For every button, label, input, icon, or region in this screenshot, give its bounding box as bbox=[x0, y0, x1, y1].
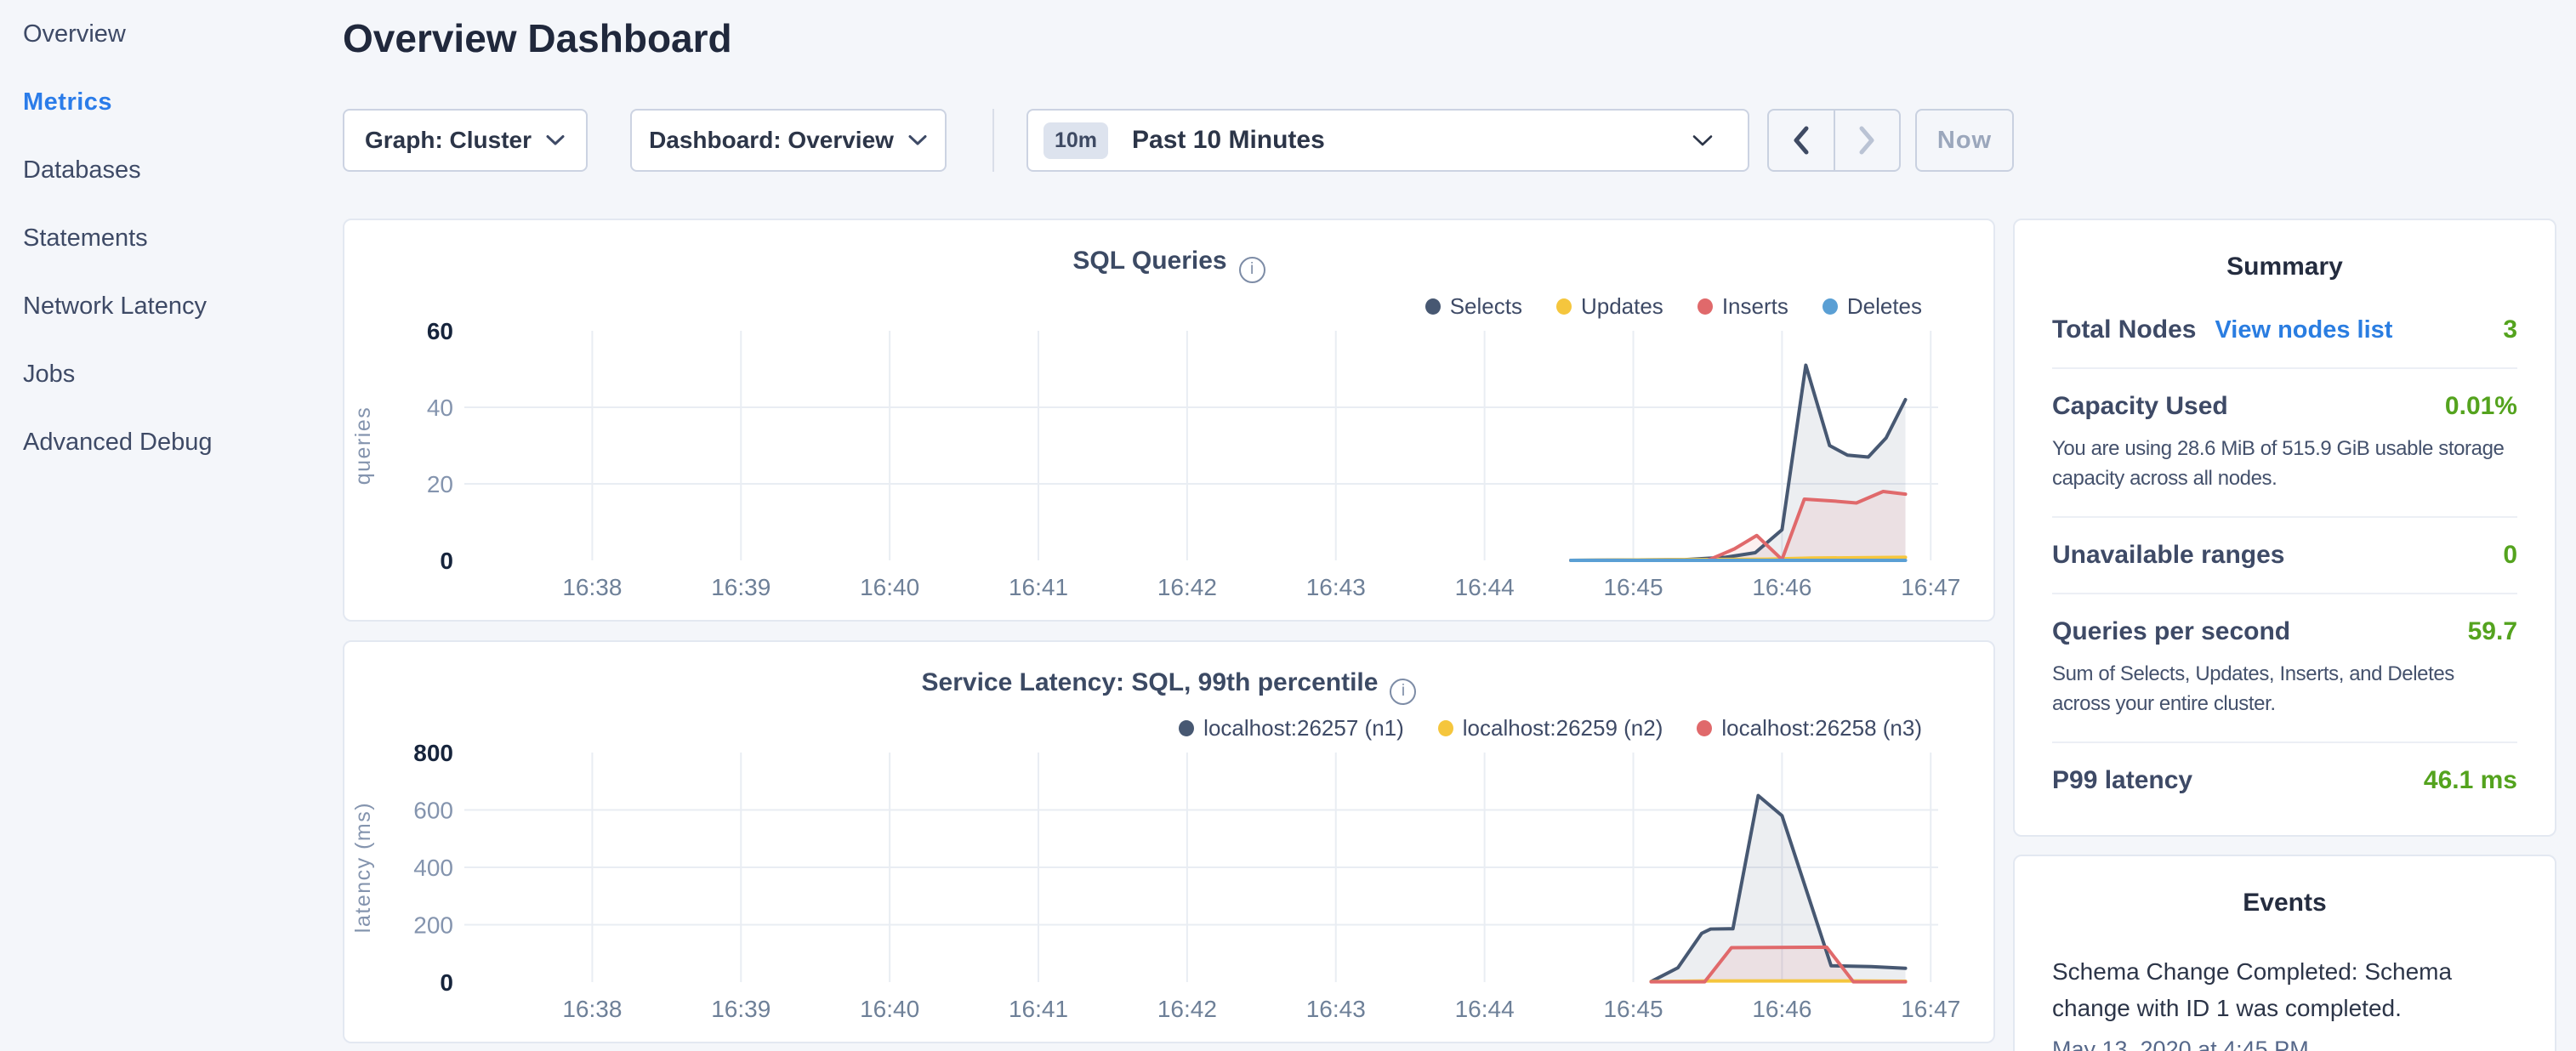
y-tick-label: 40 bbox=[427, 395, 453, 421]
sql-queries-chart-card: SQL Queriesi SelectsUpdatesInsertsDelete… bbox=[343, 219, 1995, 622]
chevron-right-icon bbox=[1856, 125, 1878, 156]
x-tick-label: 16:42 bbox=[1157, 574, 1217, 600]
event-list-item[interactable]: Schema Change Completed: Schema change w… bbox=[2052, 953, 2517, 1051]
service-latency-chart-card: Service Latency: SQL, 99th percentilei l… bbox=[343, 640, 1995, 1043]
x-tick-label: 16:40 bbox=[860, 996, 919, 1022]
next-time-button[interactable] bbox=[1835, 111, 1900, 170]
p99-value: 46.1 ms bbox=[2424, 766, 2517, 795]
right-column: Summary Total Nodes View nodes list 3 Ca… bbox=[2013, 219, 2556, 1051]
y-axis-label: latency (ms) bbox=[351, 802, 375, 933]
summary-row-total-nodes: Total Nodes View nodes list 3 bbox=[2052, 281, 2517, 367]
capacity-label: Capacity Used bbox=[2052, 392, 2228, 421]
x-tick-label: 16:45 bbox=[1603, 574, 1663, 600]
y-tick-label: 800 bbox=[413, 740, 453, 766]
summary-heading: Summary bbox=[2052, 220, 2517, 281]
service-latency-plot[interactable]: 16:38 16:39 16:40 16:41 16:42 16:43 16:44 16:45… bbox=[344, 642, 1997, 1045]
chevron-down-icon bbox=[907, 134, 928, 146]
graph-scope-label: Graph: Cluster bbox=[365, 127, 532, 154]
x-tick-label: 16:47 bbox=[1901, 574, 1960, 600]
p99-label: P99 latency bbox=[2052, 766, 2192, 795]
summary-row-unavailable-ranges: Unavailable ranges 0 bbox=[2052, 518, 2517, 593]
event-text: Schema Change Completed: Schema change w… bbox=[2052, 953, 2517, 1026]
x-tick-label: 16:43 bbox=[1306, 574, 1366, 600]
graph-scope-dropdown[interactable]: Graph: Cluster bbox=[343, 109, 588, 172]
x-tick-label: 16:46 bbox=[1752, 574, 1811, 600]
y-tick-label: 0 bbox=[440, 969, 453, 996]
time-range-badge: 10m bbox=[1043, 122, 1108, 159]
qps-label: Queries per second bbox=[2052, 617, 2290, 646]
time-range-label: Past 10 Minutes bbox=[1132, 126, 1325, 155]
x-tick-label: 16:45 bbox=[1603, 996, 1663, 1022]
qps-note: Sum of Selects, Updates, Inserts, and De… bbox=[2052, 659, 2517, 719]
y-tick-label: 20 bbox=[427, 471, 453, 497]
sidebar-item-databases[interactable]: Databases bbox=[0, 136, 340, 204]
chevron-down-icon bbox=[545, 134, 566, 146]
y-tick-label: 600 bbox=[413, 798, 453, 824]
capacity-value: 0.01% bbox=[2445, 392, 2517, 421]
x-tick-label: 16:38 bbox=[562, 996, 622, 1022]
sidebar-item-statements[interactable]: Statements bbox=[0, 204, 340, 272]
x-tick-label: 16:38 bbox=[562, 574, 622, 600]
view-nodes-link[interactable]: View nodes list bbox=[2215, 316, 2392, 344]
x-tick-label: 16:39 bbox=[711, 574, 771, 600]
summary-panel: Summary Total Nodes View nodes list 3 Ca… bbox=[2013, 219, 2556, 837]
x-tick-label: 16:44 bbox=[1455, 574, 1515, 600]
chevron-left-icon bbox=[1790, 125, 1812, 156]
dashboard-label: Dashboard: Overview bbox=[649, 127, 894, 154]
unavailable-ranges-label: Unavailable ranges bbox=[2052, 541, 2284, 570]
sidebar-item-advanced-debug[interactable]: Advanced Debug bbox=[0, 408, 340, 476]
x-tick-label: 16:43 bbox=[1306, 996, 1366, 1022]
x-tick-label: 16:46 bbox=[1752, 996, 1811, 1022]
sidebar-item-jobs[interactable]: Jobs bbox=[0, 340, 340, 408]
x-tick-label: 16:44 bbox=[1455, 996, 1515, 1022]
x-tick-label: 16:42 bbox=[1157, 996, 1217, 1022]
events-panel: Events Schema Change Completed: Schema c… bbox=[2013, 855, 2556, 1051]
unavailable-ranges-value: 0 bbox=[2503, 541, 2517, 570]
total-nodes-value: 3 bbox=[2503, 315, 2517, 344]
x-tick-label: 16:39 bbox=[711, 996, 771, 1022]
sidebar-item-overview[interactable]: Overview bbox=[0, 0, 340, 68]
sidebar-item-network-latency[interactable]: Network Latency bbox=[0, 272, 340, 340]
y-tick-label: 200 bbox=[413, 912, 453, 939]
time-pager bbox=[1767, 109, 1901, 172]
toolbar-divider bbox=[992, 109, 994, 172]
summary-row-qps: Queries per second 59.7 Sum of Selects, … bbox=[2052, 594, 2517, 741]
prev-time-button[interactable] bbox=[1769, 111, 1835, 170]
x-tick-label: 16:40 bbox=[860, 574, 919, 600]
x-tick-label: 16:41 bbox=[1009, 574, 1068, 600]
summary-row-capacity: Capacity Used 0.01% You are using 28.6 M… bbox=[2052, 369, 2517, 516]
db-console-metrics-page: Overview Metrics Databases Statements Ne… bbox=[0, 0, 2576, 1051]
x-tick-label: 16:41 bbox=[1009, 996, 1068, 1022]
capacity-note: You are using 28.6 MiB of 515.9 GiB usab… bbox=[2052, 434, 2517, 493]
page-title: Overview Dashboard bbox=[343, 15, 732, 61]
y-axis-label: queries bbox=[351, 406, 375, 486]
x-tick-label: 16:47 bbox=[1901, 996, 1960, 1022]
y-tick-label: 0 bbox=[440, 548, 453, 574]
qps-value: 59.7 bbox=[2468, 617, 2517, 646]
sql-queries-plot[interactable]: 16:38 16:39 16:40 16:41 16:42 16:43 16:44 16:45… bbox=[344, 220, 1997, 623]
events-heading: Events bbox=[2052, 856, 2517, 917]
chevron-down-icon bbox=[1692, 134, 1714, 147]
dashboard-dropdown[interactable]: Dashboard: Overview bbox=[630, 109, 947, 172]
y-tick-label: 400 bbox=[413, 855, 453, 881]
time-range-dropdown[interactable]: 10m Past 10 Minutes bbox=[1026, 109, 1749, 172]
sidebar-item-metrics[interactable]: Metrics bbox=[0, 68, 340, 136]
y-tick-label: 60 bbox=[427, 318, 453, 344]
now-button[interactable]: Now bbox=[1915, 109, 2014, 172]
summary-row-p99: P99 latency 46.1 ms bbox=[2052, 743, 2517, 818]
sidebar-nav: Overview Metrics Databases Statements Ne… bbox=[0, 0, 340, 1051]
event-timestamp: May 13, 2020 at 4:45 PM bbox=[2052, 1037, 2517, 1051]
total-nodes-label: Total Nodes bbox=[2052, 315, 2196, 344]
